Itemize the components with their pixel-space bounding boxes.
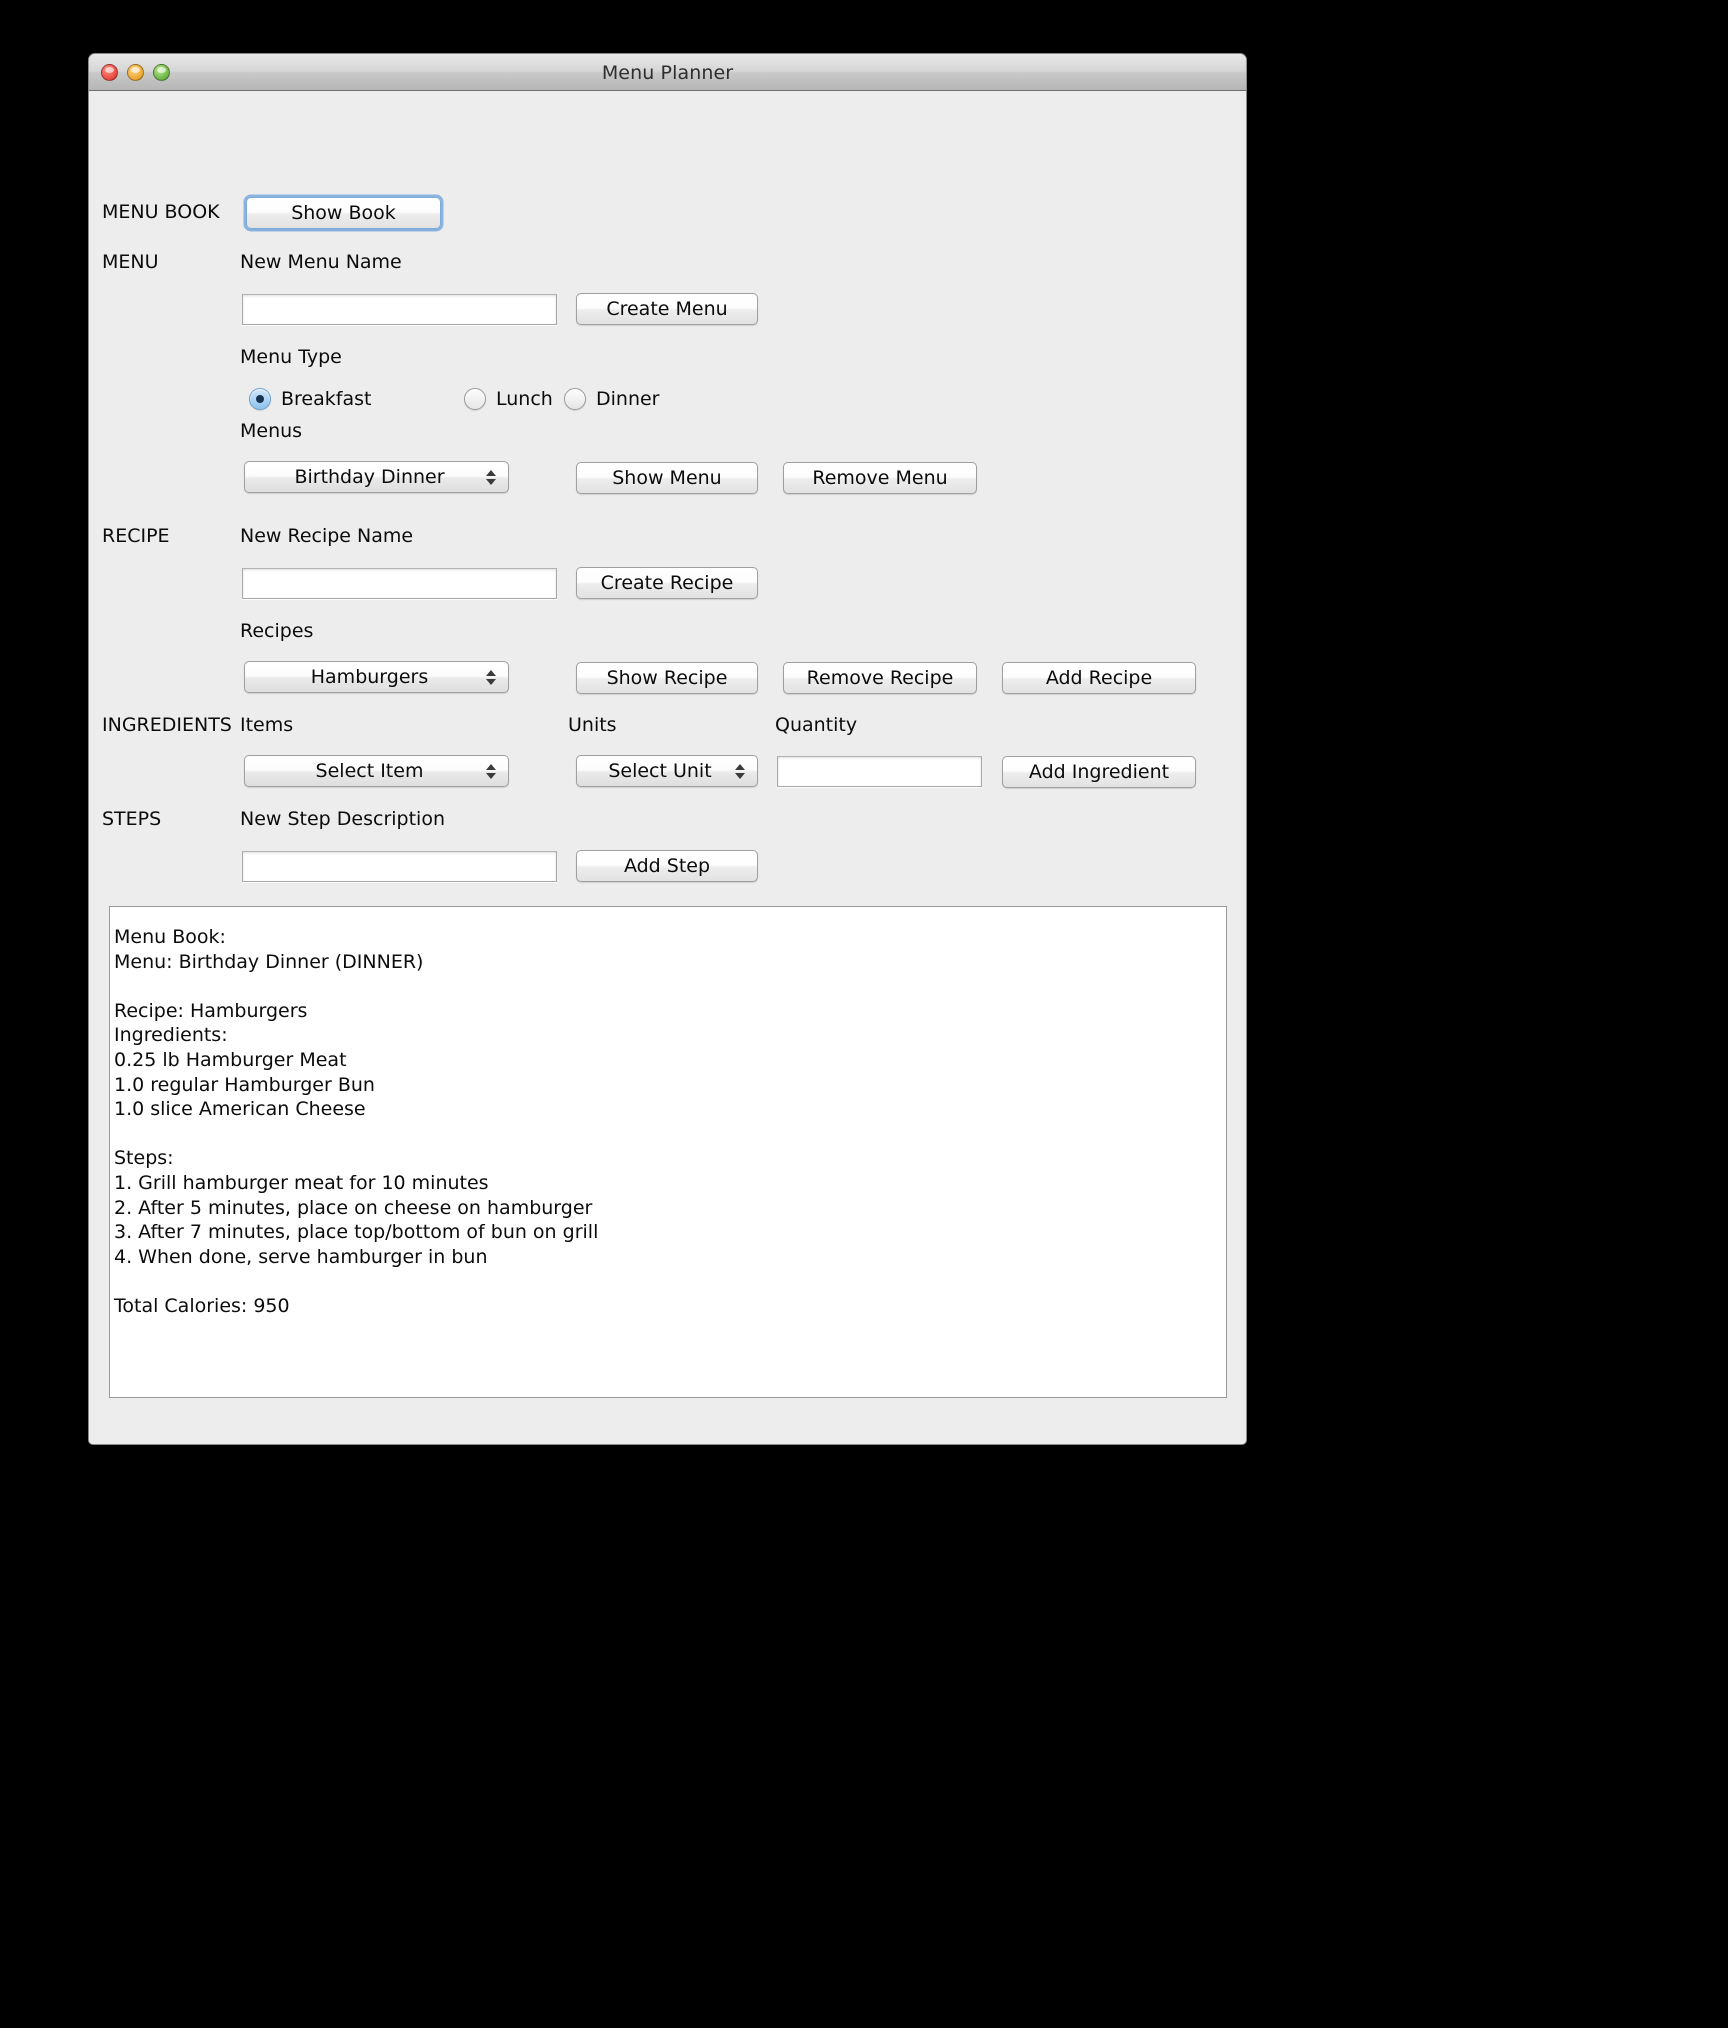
- remove-recipe-button[interactable]: Remove Recipe: [783, 662, 977, 694]
- app-window: Menu Planner MENU BOOK Show Book MENU Ne…: [88, 53, 1247, 1445]
- chevron-updown-icon: [484, 760, 498, 782]
- add-recipe-button[interactable]: Add Recipe: [1002, 662, 1196, 694]
- chevron-updown-icon: [484, 666, 498, 688]
- new-menu-name-input[interactable]: [242, 294, 557, 325]
- output-panel[interactable]: Menu Book: Menu: Birthday Dinner (DINNER…: [109, 906, 1227, 1398]
- show-book-button[interactable]: Show Book: [246, 197, 441, 229]
- add-step-button[interactable]: Add Step: [576, 850, 758, 882]
- window-titlebar: Menu Planner: [89, 54, 1246, 91]
- new-menu-name-label: New Menu Name: [240, 251, 402, 273]
- radio-label-lunch: Lunch: [496, 388, 553, 410]
- menus-select-value: Birthday Dinner: [294, 466, 445, 488]
- new-step-description-label: New Step Description: [240, 808, 445, 830]
- radio-label-dinner: Dinner: [596, 388, 660, 410]
- section-label-menu-book: MENU BOOK: [102, 201, 220, 223]
- radio-label-breakfast: Breakfast: [281, 388, 372, 410]
- items-select[interactable]: Select Item: [244, 755, 509, 787]
- window-content: MENU BOOK Show Book MENU New Menu Name C…: [89, 91, 1246, 1444]
- units-label: Units: [568, 714, 617, 736]
- recipes-label: Recipes: [240, 620, 314, 642]
- chevron-updown-icon: [733, 760, 747, 782]
- menus-select[interactable]: Birthday Dinner: [244, 461, 509, 493]
- window-title: Menu Planner: [601, 62, 734, 84]
- output-text: Menu Book: Menu: Birthday Dinner (DINNER…: [114, 926, 599, 1317]
- new-recipe-name-label: New Recipe Name: [240, 525, 414, 547]
- section-label-recipe: RECIPE: [102, 525, 170, 547]
- recipes-select-value: Hamburgers: [310, 666, 429, 688]
- radio-menu-type-dinner[interactable]: Dinner: [564, 388, 660, 410]
- add-ingredient-button[interactable]: Add Ingredient: [1002, 756, 1196, 788]
- section-label-steps: STEPS: [102, 808, 162, 830]
- quantity-input[interactable]: [777, 756, 982, 787]
- create-recipe-button[interactable]: Create Recipe: [576, 567, 758, 599]
- recipes-select[interactable]: Hamburgers: [244, 661, 509, 693]
- new-step-description-input[interactable]: [242, 851, 557, 882]
- quantity-label: Quantity: [775, 714, 858, 736]
- section-label-menu: MENU: [102, 251, 159, 273]
- radio-icon-breakfast[interactable]: [249, 388, 271, 410]
- units-select-value: Select Unit: [608, 760, 712, 782]
- radio-icon-dinner[interactable]: [564, 388, 586, 410]
- show-recipe-button[interactable]: Show Recipe: [576, 662, 758, 694]
- items-label: Items: [240, 714, 294, 736]
- show-menu-button[interactable]: Show Menu: [576, 462, 758, 494]
- radio-menu-type-lunch[interactable]: Lunch: [464, 388, 553, 410]
- chevron-updown-icon: [484, 466, 498, 488]
- items-select-value: Select Item: [315, 760, 424, 782]
- radio-icon-lunch[interactable]: [464, 388, 486, 410]
- menus-label: Menus: [240, 420, 303, 442]
- menu-type-label: Menu Type: [240, 346, 342, 368]
- section-label-ingredients: INGREDIENTS: [102, 714, 232, 736]
- radio-menu-type-breakfast[interactable]: Breakfast: [249, 388, 371, 410]
- units-select[interactable]: Select Unit: [576, 755, 758, 787]
- remove-menu-button[interactable]: Remove Menu: [783, 462, 977, 494]
- new-recipe-name-input[interactable]: [242, 568, 557, 599]
- create-menu-button[interactable]: Create Menu: [576, 293, 758, 325]
